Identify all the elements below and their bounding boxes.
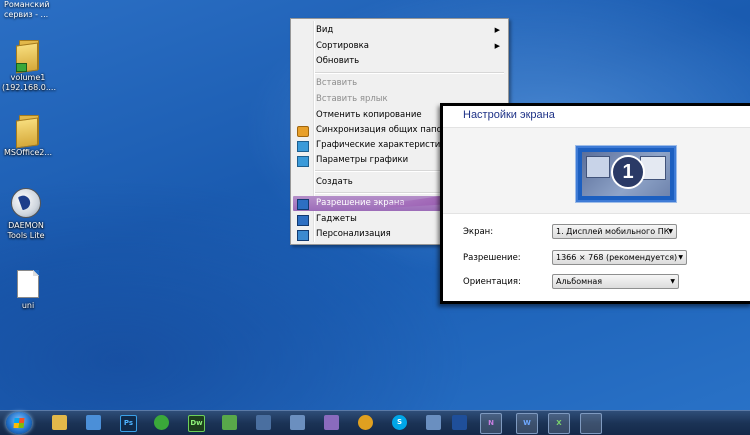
onenote-icon[interactable]: N — [480, 413, 502, 434]
resolution-select[interactable]: 1366 × 768 (рекомендуется) ▼ — [552, 250, 687, 265]
dropdown-arrow-icon: ▼ — [670, 278, 675, 285]
daemon-tools-icon — [11, 188, 41, 218]
screen-settings-panel: Настройки экрана 1 Экран: 1. Дисплей моб… — [440, 103, 750, 304]
monitor-1[interactable]: 1 — [576, 146, 676, 202]
screen-select[interactable]: 1. Дисплей мобильного ПК ▼ — [552, 224, 677, 239]
panel-title: Настройки экрана — [463, 109, 555, 121]
resolution-label: Разрешение: — [463, 253, 521, 263]
folder-icon — [16, 115, 40, 149]
graphics-icon — [297, 141, 309, 152]
graphics-icon — [297, 156, 309, 167]
desktop-icon-uni[interactable]: uni — [2, 270, 54, 311]
sync-icon — [297, 126, 309, 137]
app-icon[interactable] — [256, 415, 271, 430]
app-icon[interactable] — [222, 415, 237, 430]
desktop-icon-label: DAEMON Tools Lite — [7, 221, 45, 240]
submenu-arrow-icon: ▶ — [494, 26, 500, 34]
desktop-icon-label: MSOffice2... — [3, 148, 53, 157]
desktop-icon-daemon-tools[interactable]: DAEMON Tools Lite — [0, 188, 52, 241]
menu-item-paste[interactable]: Вставить — [293, 76, 506, 91]
menu-item-refresh[interactable]: Обновить — [293, 54, 506, 69]
word-icon[interactable]: W — [516, 413, 538, 434]
desktop-icon-label: uni — [21, 301, 35, 310]
settings-icon[interactable] — [580, 413, 602, 434]
start-button[interactable] — [6, 412, 32, 434]
gadgets-icon — [297, 215, 309, 226]
network-folder-icon — [16, 40, 40, 74]
dropdown-arrow-icon: ▼ — [668, 228, 673, 235]
desktop-icon-msoffice[interactable]: MSOffice2... — [2, 115, 54, 158]
explorer-icon[interactable] — [52, 415, 67, 430]
monitor-preview: 1 — [443, 127, 750, 214]
file-icon — [17, 270, 39, 298]
app-icon[interactable] — [426, 415, 441, 430]
browser-icon[interactable] — [154, 415, 169, 430]
monitor-number: 1 — [611, 155, 645, 189]
app-icon[interactable] — [452, 415, 467, 430]
dreamweaver-icon[interactable]: Dw — [188, 415, 205, 432]
screen-label: Экран: — [463, 227, 494, 237]
desktop-top-label: Романский сервиз - ... — [4, 0, 50, 19]
excel-icon[interactable]: X — [548, 413, 570, 434]
dropdown-arrow-icon: ▼ — [678, 254, 683, 261]
skype-icon[interactable]: S — [392, 415, 407, 430]
submenu-arrow-icon: ▶ — [494, 42, 500, 50]
taskbar: Ps Dw S N W X — [0, 410, 750, 435]
app-icon[interactable] — [290, 415, 305, 430]
desktop-icon-volume1[interactable]: volume1 (192.168.0.... — [2, 40, 57, 93]
display-icon — [297, 199, 309, 210]
personalize-icon — [297, 230, 309, 241]
photoshop-icon[interactable]: Ps — [120, 415, 137, 432]
app-icon[interactable] — [324, 415, 339, 430]
menu-item-view[interactable]: Вид ▶ — [293, 23, 506, 38]
app-icon[interactable] — [358, 415, 373, 430]
menu-separator — [315, 72, 504, 74]
orientation-select[interactable]: Альбомная ▼ — [552, 274, 679, 289]
remote-icon[interactable] — [86, 415, 101, 430]
desktop-icon-label: volume1 (192.168.0.... — [2, 73, 57, 92]
orientation-label: Ориентация: — [463, 277, 521, 287]
menu-item-sort[interactable]: Сортировка ▶ — [293, 39, 506, 54]
